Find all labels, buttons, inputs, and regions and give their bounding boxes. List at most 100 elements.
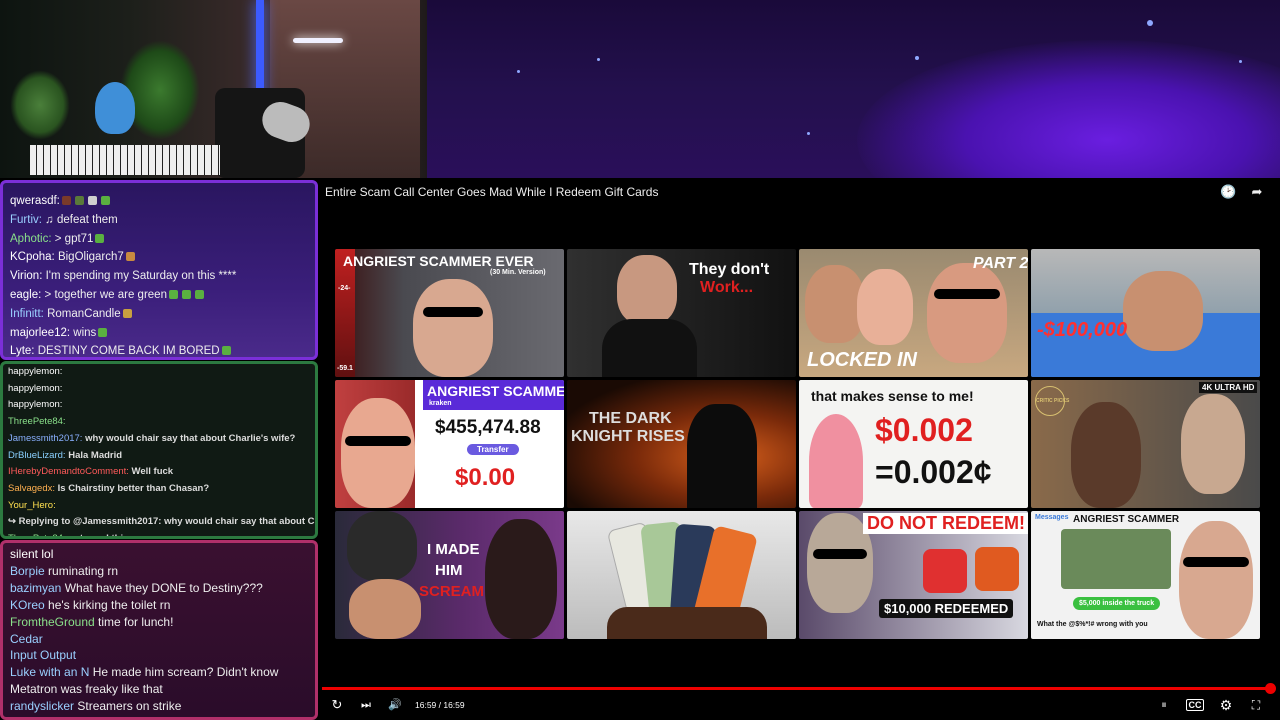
chat-username[interactable]: Furtiv: <box>10 214 42 226</box>
chat-message: Jamessmith2017: why would chair say that… <box>3 431 315 448</box>
chat-username[interactable]: bazimyan <box>10 581 61 595</box>
video-thumbnail[interactable]: Messages ANGRIEST SCAMMER $5,000 inside … <box>1031 511 1260 639</box>
chat-message: qwerasdf: <box>3 192 315 211</box>
star <box>1239 60 1242 63</box>
person <box>805 265 865 343</box>
volume-icon[interactable]: 🔊 <box>387 697 403 713</box>
thumb-text: KNIGHT RISES <box>571 428 685 445</box>
gift-card-character <box>923 549 967 593</box>
chat-username[interactable]: Jamessmith2017: <box>8 433 82 444</box>
chat-username[interactable]: majorlee12: <box>10 327 70 339</box>
chat-username[interactable]: Aphotic: <box>10 233 52 245</box>
thumb-text: Messages <box>1035 514 1069 521</box>
chat-username[interactable]: Luke with an N <box>10 665 89 679</box>
chat-username[interactable]: randyslicker <box>10 699 74 713</box>
person <box>1181 394 1245 494</box>
progress-bar[interactable] <box>322 683 1276 694</box>
chat-username[interactable]: DrBlueLizard: <box>8 450 66 461</box>
person <box>927 263 1007 363</box>
chat-username[interactable]: KCpoha: <box>10 251 55 263</box>
chat-message: Luke with an N He made him scream? Didn'… <box>3 664 315 681</box>
chat-username[interactable]: ThreePete84: <box>8 533 66 536</box>
chat-message: Aphotic: > gpt71 <box>3 230 315 249</box>
chat-username[interactable]: eagle: <box>10 289 41 301</box>
person <box>349 579 421 639</box>
chat-username[interactable]: Cedar <box>10 632 43 646</box>
sunglasses <box>813 549 867 559</box>
autoplay-toggle-icon[interactable]: ⏸ <box>1154 697 1174 713</box>
chat-text: he's kirking the toilet rn <box>44 597 171 612</box>
video-thumbnail[interactable]: DO NOT REDEEM! $10,000 REDEEMED <box>799 511 1028 639</box>
chat-username[interactable]: happylemon: <box>8 366 62 377</box>
chat-text: ↪ Replying to @Jamessmith2017: why would… <box>8 516 315 528</box>
video-thumbnail[interactable]: I MADE HIM SCREAM <box>335 511 564 639</box>
next-icon[interactable]: ⏭ <box>358 697 374 713</box>
chat-username[interactable]: IHerebyDemandtoComment: <box>8 466 129 477</box>
chat-username[interactable]: happylemon: <box>8 383 62 394</box>
video-thumbnail[interactable]: They don't Work... <box>567 249 796 377</box>
video-thumbnail[interactable]: THE DARK KNIGHT RISES <box>567 380 796 508</box>
chat-username[interactable]: KOreo <box>10 598 45 612</box>
thumb-amount: $455,474.88 <box>435 417 541 438</box>
video-player[interactable]: Entire Scam Call Center Goes Mad While I… <box>318 178 1280 720</box>
money-truck <box>1061 529 1171 589</box>
thumb-title: ANGRIEST SCAMMER <box>427 383 564 399</box>
chat-text: ♫ defeat them <box>41 213 118 226</box>
gear-icon[interactable]: ⚙ <box>1218 697 1234 713</box>
person <box>413 279 493 377</box>
chat-panel-secondary[interactable]: happylemon: happylemon: happylemon: ThreePe… <box>0 361 318 539</box>
exit-fullscreen-icon[interactable]: ⛶ <box>1248 697 1264 713</box>
chat-message: happylemon: <box>3 397 315 414</box>
webcam-feed <box>0 0 427 178</box>
video-thumbnail[interactable] <box>567 511 796 639</box>
person <box>341 398 415 508</box>
meter-label: -59.1 <box>337 365 353 372</box>
video-thumbnail[interactable]: that makes sense to me! $0.002 =0.002¢ <box>799 380 1028 508</box>
chat-message: Salvagedx: Is Chairstiny better than Cha… <box>3 481 315 498</box>
chat-username[interactable]: Virion: <box>10 270 42 282</box>
chat-username[interactable]: Borpie <box>10 564 45 578</box>
chat-text: Is Chairstiny better than Chasan? <box>55 482 210 494</box>
chat-username[interactable]: ThreePete84: <box>8 416 66 427</box>
emote-icon <box>100 196 110 205</box>
webcam-keyboard <box>30 145 220 175</box>
video-thumbnail[interactable]: -24- -59.1 ANGRIEST SCAMMER EVER (30 Min… <box>335 249 564 377</box>
chat-message: randyslicker Streamers on strike <box>3 698 315 715</box>
chat-username[interactable]: Input Output <box>10 648 76 662</box>
chat-username[interactable]: qwerasdf: <box>10 195 60 207</box>
space-background <box>427 0 1280 178</box>
chat-panel-tertiary[interactable]: silent lol Borpie ruminating rn bazimyan W… <box>0 540 318 720</box>
chat-username[interactable]: Salvagedx: <box>8 483 55 494</box>
share-icon[interactable]: ➦ <box>1250 185 1264 199</box>
video-thumbnail[interactable]: ANGRIEST SCAMMER kraken $455,474.88 Tran… <box>335 380 564 508</box>
patrick-star <box>809 414 863 508</box>
emote-icon <box>61 196 71 205</box>
thumb-bubble: $5,000 inside the truck <box>1073 597 1161 610</box>
chat-text: I'm spending my Saturday on this **** <box>42 270 237 283</box>
emote-icon <box>181 289 191 299</box>
thumb-text: -$100,000 <box>1037 319 1128 341</box>
video-thumbnail[interactable]: PART 2 LOCKED IN <box>799 249 1028 377</box>
cc-icon[interactable]: CC <box>1186 699 1204 711</box>
video-thumbnail[interactable]: -$100,000 <box>1031 249 1260 377</box>
chat-username[interactable]: Infinitt: <box>10 308 44 320</box>
emote-icon <box>194 289 204 299</box>
chat-username[interactable]: Lyte: <box>10 345 35 357</box>
thumb-text: Work... <box>700 279 754 296</box>
chat-panel-primary[interactable]: qwerasdf: Furtiv: ♫ defeat them Aphotic: >… <box>0 180 318 360</box>
chat-username[interactable]: FromtheGround <box>10 615 95 629</box>
replay-icon[interactable]: ↻ <box>329 697 345 713</box>
chat-username[interactable]: Your_Hero: <box>8 500 56 511</box>
video-thumbnail[interactable]: 4K ULTRA HD CRITIC PICKS <box>1031 380 1260 508</box>
clock-icon[interactable]: 🕑 <box>1220 185 1236 199</box>
thumb-brand: kraken <box>429 400 452 407</box>
chat-text: > gpt71 <box>51 232 94 245</box>
chat-text: What have they DONE to Destiny??? <box>61 580 263 595</box>
progress-knob[interactable] <box>1265 683 1276 694</box>
chat-text: Well fuck <box>128 466 174 478</box>
chat-username[interactable]: silent lol <box>10 547 53 561</box>
video-title[interactable]: Entire Scam Call Center Goes Mad While I… <box>325 185 658 199</box>
chat-message: eagle: > together we are green <box>3 286 315 305</box>
chat-username[interactable]: happylemon: <box>8 399 62 410</box>
chat-message: ↪ Replying to @Jamessmith2017: why would… <box>3 514 315 531</box>
